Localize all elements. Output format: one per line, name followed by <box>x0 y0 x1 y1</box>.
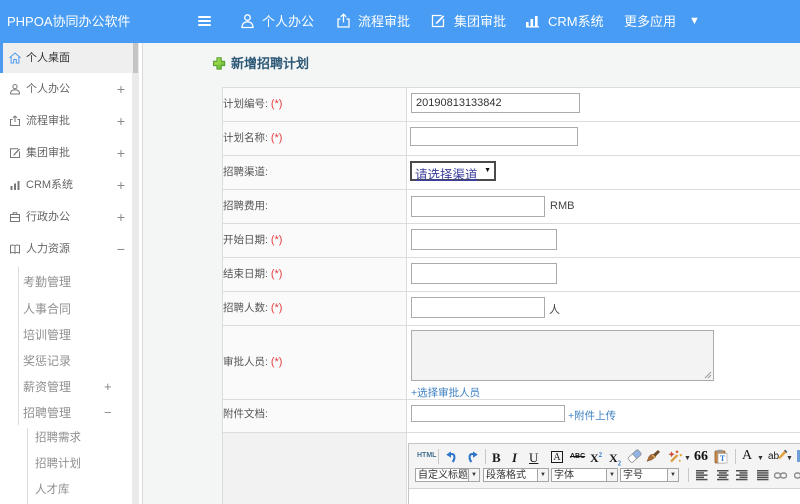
svg-text:T: T <box>720 454 726 463</box>
